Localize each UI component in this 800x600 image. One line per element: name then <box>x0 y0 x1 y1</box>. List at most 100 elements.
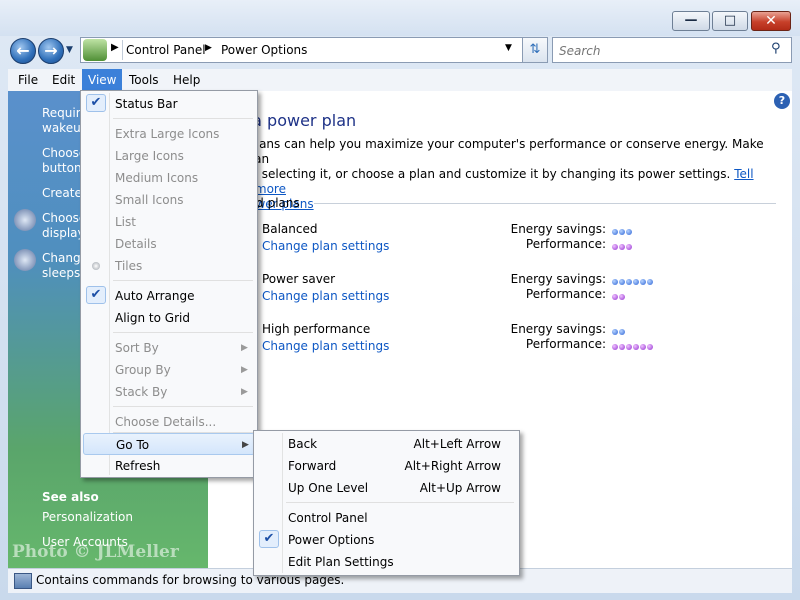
close-button[interactable]: ✕ <box>751 11 791 31</box>
performance-label: Performance: <box>525 237 606 251</box>
breadcrumb-power-options[interactable]: Power Options <box>221 43 307 57</box>
task-link-display-off-cont[interactable]: display <box>42 226 85 241</box>
menu-item-details[interactable]: Details <box>83 233 255 255</box>
menu-item-stack-by[interactable]: Stack By ▶ <box>83 381 255 403</box>
performance-meter <box>612 289 626 300</box>
back-arrow-icon: ← <box>16 41 30 60</box>
change-plan-settings-high-performance[interactable]: Change plan settings <box>262 339 389 353</box>
search-input[interactable] <box>557 41 761 61</box>
shortcut-text: Alt+Right Arrow <box>404 459 501 473</box>
see-also-heading: See also <box>42 490 99 504</box>
forward-button[interactable]: → <box>38 38 64 64</box>
performance-label: Performance: <box>525 287 606 301</box>
menu-item-label: Forward <box>288 459 337 473</box>
minimize-button[interactable]: — <box>672 11 710 31</box>
menu-item-label: Align to Grid <box>115 311 190 325</box>
menu-item-extra-large-icons[interactable]: Extra Large Icons <box>83 123 255 145</box>
address-dropdown-icon[interactable]: ▼ <box>505 43 512 53</box>
description-line-2: e by selecting it, or choose a plan and … <box>232 167 731 181</box>
change-plan-settings-balanced[interactable]: Change plan settings <box>262 239 389 253</box>
radio-dot-icon <box>92 262 100 270</box>
back-button[interactable]: ← <box>10 38 36 64</box>
see-also-personalization[interactable]: Personalization <box>42 510 133 525</box>
menu-item-label: List <box>115 215 136 229</box>
menu-item-control-panel[interactable]: Control Panel <box>256 507 517 529</box>
task-link-create-plan[interactable]: Create <box>42 186 82 201</box>
menu-edit[interactable]: Edit <box>46 69 81 91</box>
menu-item-up-one-level[interactable]: Up One Level Alt+Up Arrow <box>256 477 517 499</box>
menu-item-status-bar[interactable]: ✔ Status Bar <box>83 93 255 115</box>
help-icon[interactable]: ? <box>774 93 790 109</box>
maximize-button[interactable]: □ <box>712 11 748 31</box>
menu-item-back[interactable]: Back Alt+Left Arrow <box>256 433 517 455</box>
computer-icon <box>14 573 32 589</box>
search-icon[interactable]: ⚲ <box>771 41 781 56</box>
rating-dot-icon <box>619 293 625 300</box>
sleep-moon-icon <box>14 249 36 271</box>
rating-dot-icon <box>647 343 653 350</box>
menu-file[interactable]: File <box>12 69 44 91</box>
menu-item-list[interactable]: List <box>83 211 255 233</box>
title-bar: — □ ✕ <box>0 0 800 36</box>
rating-dot-icon <box>612 293 618 300</box>
chevron-right-icon[interactable]: ▶ <box>205 43 212 53</box>
go-to-submenu: Back Alt+Left Arrow Forward Alt+Right Ar… <box>253 430 520 576</box>
menu-item-choose-details[interactable]: Choose Details... <box>83 411 255 433</box>
menu-item-go-to[interactable]: Go To ▶ <box>83 433 255 455</box>
menu-tools[interactable]: Tools <box>123 69 165 91</box>
display-icon <box>14 209 36 231</box>
menu-item-power-options[interactable]: ✔ Power Options <box>256 529 517 551</box>
change-plan-settings-power-saver[interactable]: Change plan settings <box>262 289 389 303</box>
menu-item-label: Status Bar <box>115 97 178 111</box>
watermark: Photo © JLMeller <box>12 542 179 562</box>
menu-item-label: Go To <box>116 438 150 452</box>
performance-label: Performance: <box>525 337 606 351</box>
menu-item-sort-by[interactable]: Sort By ▶ <box>83 337 255 359</box>
rating-dot-icon <box>633 343 639 350</box>
menu-item-auto-arrange[interactable]: ✔ Auto Arrange <box>83 285 255 307</box>
menu-item-label: Small Icons <box>115 193 184 207</box>
performance-meter <box>612 239 633 250</box>
rating-dot-icon <box>633 278 639 285</box>
menu-item-label: Back <box>288 437 318 451</box>
menu-separator <box>113 406 253 407</box>
plan-name-balanced[interactable]: Balanced <box>262 222 317 236</box>
recent-pages-dropdown[interactable]: ▼ <box>66 45 73 55</box>
menu-view[interactable]: View <box>82 69 123 91</box>
breadcrumb-control-panel[interactable]: Control Panel <box>126 43 206 57</box>
energy-savings-meter <box>612 224 633 235</box>
menu-item-small-icons[interactable]: Small Icons <box>83 189 255 211</box>
menu-bar: File Edit View Tools Help <box>8 69 792 92</box>
menu-item-tiles[interactable]: Tiles <box>83 255 255 277</box>
shortcut-text: Alt+Up Arrow <box>419 481 501 495</box>
task-link-sleep-cont[interactable]: sleeps <box>42 266 80 281</box>
menu-item-refresh[interactable]: Refresh <box>83 455 255 477</box>
rating-dot-icon <box>626 228 632 235</box>
menu-item-medium-icons[interactable]: Medium Icons <box>83 167 255 189</box>
energy-savings-label: Energy savings: <box>510 222 606 236</box>
checkmark-icon: ✔ <box>259 530 279 548</box>
submenu-arrow-icon: ▶ <box>241 343 248 353</box>
energy-savings-label: Energy savings: <box>510 272 606 286</box>
menu-help[interactable]: Help <box>167 69 206 91</box>
menu-item-label: Edit Plan Settings <box>288 555 394 569</box>
address-bar[interactable]: ▶ Control Panel ▶ Power Options ▼ <box>80 37 548 63</box>
rating-dot-icon <box>640 278 646 285</box>
menu-item-label: Refresh <box>115 459 161 473</box>
refresh-button[interactable]: ⇅ <box>522 37 548 63</box>
forward-arrow-icon: → <box>44 41 58 60</box>
menu-item-large-icons[interactable]: Large Icons <box>83 145 255 167</box>
menu-item-group-by[interactable]: Group By ▶ <box>83 359 255 381</box>
menu-item-label: Control Panel <box>288 511 368 525</box>
menu-item-label: Medium Icons <box>115 171 199 185</box>
rating-dot-icon <box>619 328 625 335</box>
plan-name-high-performance[interactable]: High performance <box>262 322 370 336</box>
menu-item-label: Extra Large Icons <box>115 127 220 141</box>
menu-item-edit-plan-settings[interactable]: Edit Plan Settings <box>256 551 517 573</box>
submenu-arrow-icon: ▶ <box>241 365 248 375</box>
chevron-right-icon[interactable]: ▶ <box>111 42 119 53</box>
menu-item-forward[interactable]: Forward Alt+Right Arrow <box>256 455 517 477</box>
menu-item-align-to-grid[interactable]: Align to Grid <box>83 307 255 329</box>
plan-name-power-saver[interactable]: Power saver <box>262 272 335 286</box>
menu-item-label: Sort By <box>115 341 159 355</box>
